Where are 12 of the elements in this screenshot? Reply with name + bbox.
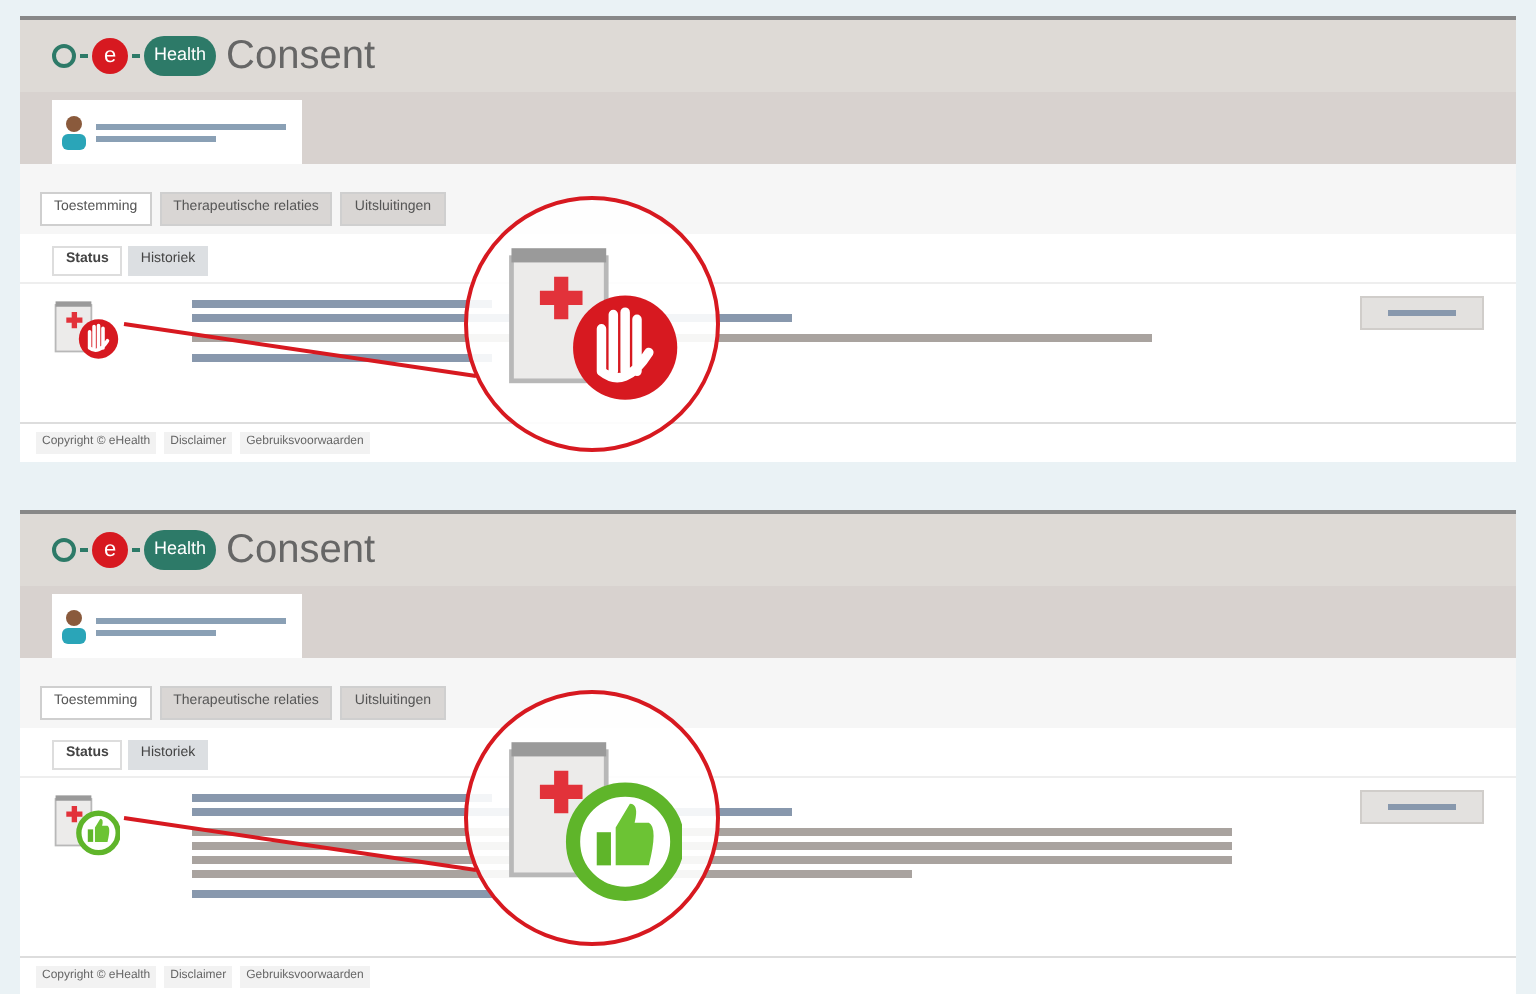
person-icon bbox=[60, 608, 88, 644]
app-title: Consent bbox=[226, 36, 376, 76]
logo-letter: e bbox=[92, 532, 128, 568]
logo-ring-icon bbox=[52, 44, 76, 68]
logo-badge: Health bbox=[144, 530, 217, 570]
logo-badge: Health bbox=[144, 36, 217, 76]
action-button[interactable] bbox=[1360, 790, 1484, 824]
logo-letter: e bbox=[92, 38, 128, 74]
action-button[interactable] bbox=[1360, 296, 1484, 330]
app-title: Consent bbox=[226, 530, 376, 570]
person-icon bbox=[60, 114, 88, 150]
logo-ring-icon bbox=[52, 538, 76, 562]
